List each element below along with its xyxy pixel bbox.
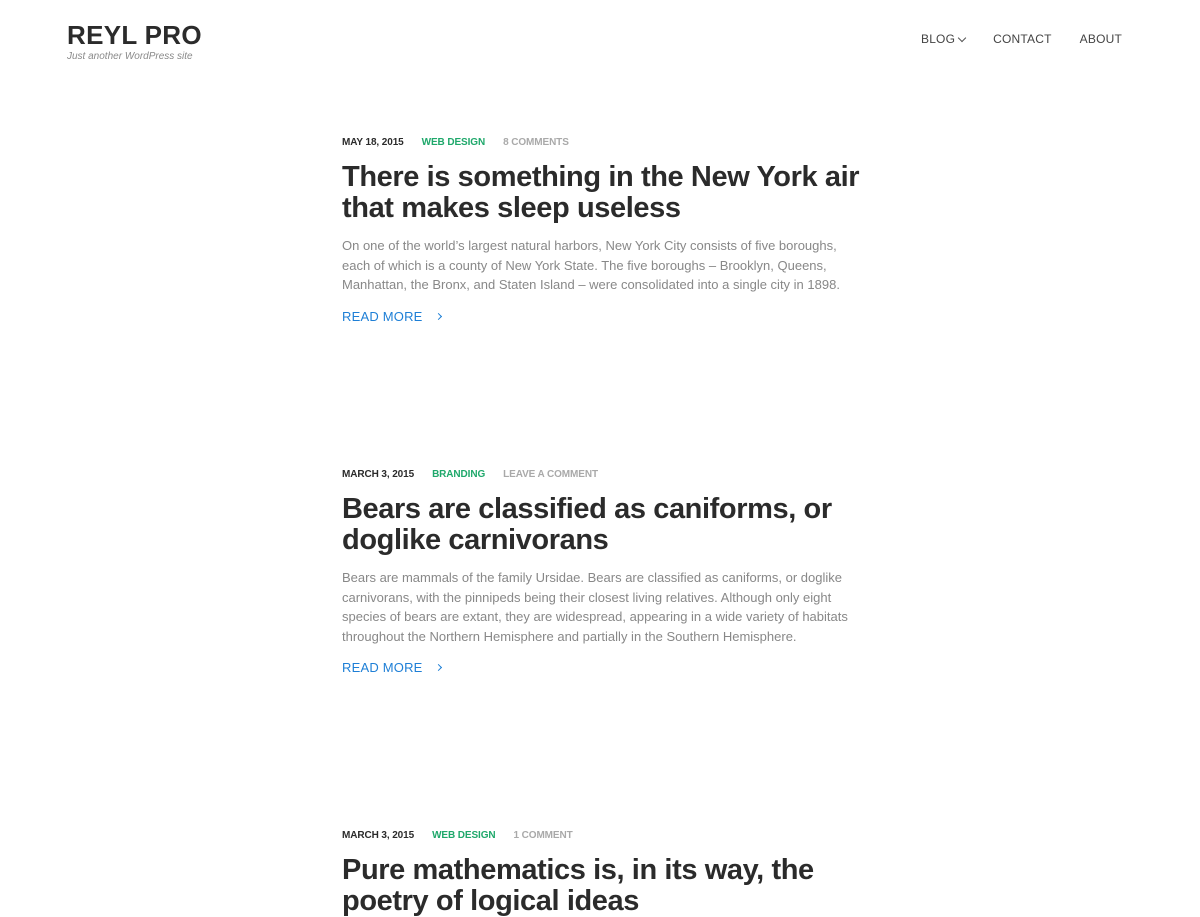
read-more-link[interactable]: READ MORE (342, 660, 442, 675)
nav-item-blog[interactable]: BLOG (920, 32, 967, 46)
chevron-right-icon (434, 312, 442, 320)
read-more-label: READ MORE (342, 660, 423, 675)
post-comments-link[interactable]: 1 COMMENT (514, 829, 573, 843)
nav-item-about[interactable]: ABOUT (1080, 32, 1122, 46)
nav-item-label: BLOG (920, 32, 956, 46)
post-comments-link[interactable]: LEAVE A COMMENT (503, 468, 598, 482)
post-meta: MARCH 3, 2015 WEB DESIGN 1 COMMENT (342, 829, 862, 843)
nav-item-label: ABOUT (1079, 32, 1122, 46)
post-card: MARCH 3, 2015 BRANDING LEAVE A COMMENT B… (342, 468, 862, 677)
post-comments-link[interactable]: 8 COMMENTS (503, 136, 569, 150)
site-title[interactable]: REYL PRO (67, 18, 202, 52)
post-title[interactable]: Bears are classified as caniforms, or do… (342, 494, 862, 556)
post-card: MARCH 3, 2015 WEB DESIGN 1 COMMENT Pure … (342, 829, 862, 917)
post-card: MAY 18, 2015 WEB DESIGN 8 COMMENTS There… (342, 136, 862, 326)
post-category-link[interactable]: BRANDING (432, 468, 485, 482)
chevron-right-icon (434, 663, 442, 672)
post-excerpt: On one of the world’s largest natural ha… (342, 238, 840, 292)
post-meta: MARCH 3, 2015 BRANDING LEAVE A COMMENT (342, 468, 862, 482)
nav-item-contact[interactable]: CONTACT (993, 32, 1052, 46)
post-excerpt: Bears are mammals of the family Ursidae.… (342, 570, 848, 644)
post-category-link[interactable]: WEB DESIGN (432, 829, 496, 843)
site-header: REYL PRO Just another WordPress site BLO… (0, 0, 1200, 80)
post-title[interactable]: Pure mathematics is, in its way, the poe… (342, 855, 862, 917)
post-category-link[interactable]: WEB DESIGN (422, 136, 486, 150)
nav-item-label: CONTACT (993, 32, 1052, 46)
read-more-label: READ MORE (342, 308, 423, 324)
site-description: Just another WordPress site (67, 51, 193, 62)
post-title[interactable]: There is something in the New York air t… (342, 162, 862, 224)
post-meta: MAY 18, 2015 WEB DESIGN 8 COMMENTS (342, 136, 862, 150)
chevron-down-icon (957, 33, 967, 42)
main-nav: BLOG CONTACT ABOUT (921, 32, 1122, 46)
read-more-link[interactable]: READ MORE (342, 308, 442, 324)
post-date: MARCH 3, 2015 (342, 469, 415, 480)
post-date: MAY 18, 2015 (342, 137, 404, 148)
post-date: MARCH 3, 2015 (342, 830, 415, 841)
